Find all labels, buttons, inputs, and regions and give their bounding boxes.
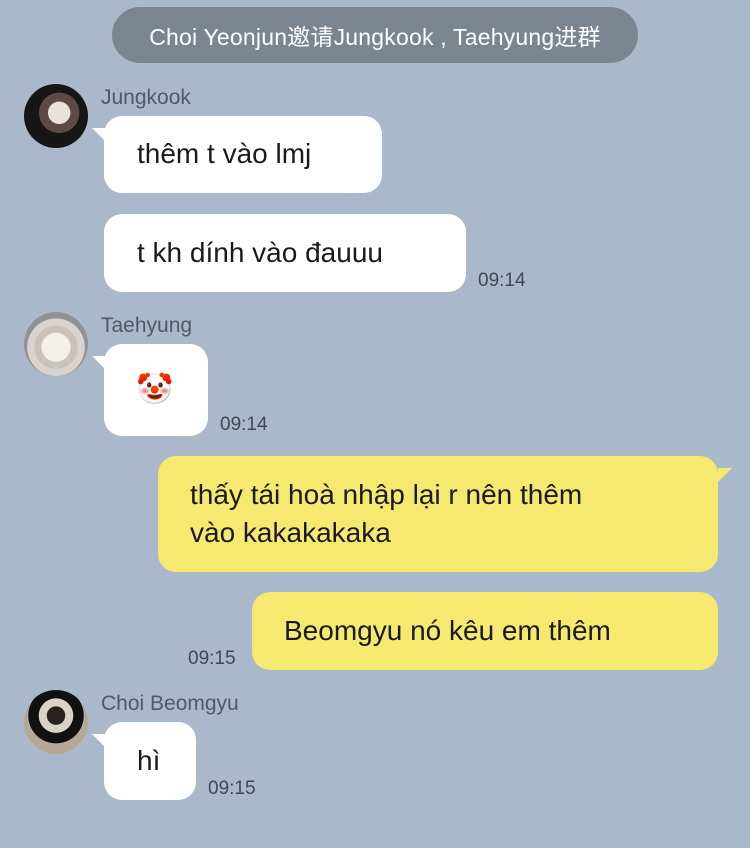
message-time: 09:15 bbox=[208, 778, 256, 799]
sender-name-choi-beomgyu: Choi Beomgyu bbox=[101, 692, 239, 715]
sender-name-jungkook: Jungkook bbox=[101, 86, 191, 109]
message-time: 09:15 bbox=[188, 648, 236, 669]
avatar-taehyung[interactable] bbox=[24, 312, 88, 376]
message-bubble[interactable]: t kh dính vào đauuu bbox=[104, 214, 466, 292]
message-text: hì bbox=[137, 745, 161, 776]
system-notice: Choi Yeonjun邀请Jungkook , Taehyung进群 bbox=[112, 7, 638, 63]
message-bubble-outgoing[interactable]: thấy tái hoà nhập lại r nên thêm vào kak… bbox=[158, 456, 718, 572]
message-text: t kh dính vào đauuu bbox=[137, 237, 383, 268]
clown-face-emoji: 🤡 bbox=[136, 373, 174, 406]
sender-name-taehyung: Taehyung bbox=[101, 314, 193, 337]
message-time: 09:14 bbox=[220, 414, 268, 435]
message-text-line: vào kakakakaka bbox=[190, 517, 391, 548]
bubble-tail bbox=[718, 468, 732, 482]
message-bubble-outgoing[interactable]: Beomgyu nó kêu em thêm bbox=[252, 592, 718, 670]
message-bubble[interactable]: 🤡 bbox=[104, 344, 208, 436]
avatar-choi-beomgyu[interactable] bbox=[24, 690, 88, 754]
message-text: thêm t vào lmj bbox=[137, 138, 312, 169]
message-text: Beomgyu nó kêu em thêm bbox=[284, 615, 611, 646]
message-text-line: thấy tái hoà nhập lại r nên thêm bbox=[190, 479, 583, 510]
message-bubble[interactable]: hì bbox=[104, 722, 196, 800]
message-time: 09:14 bbox=[478, 270, 526, 291]
avatar-jungkook[interactable] bbox=[24, 84, 88, 148]
message-bubble[interactable]: thêm t vào lmj bbox=[104, 116, 382, 193]
